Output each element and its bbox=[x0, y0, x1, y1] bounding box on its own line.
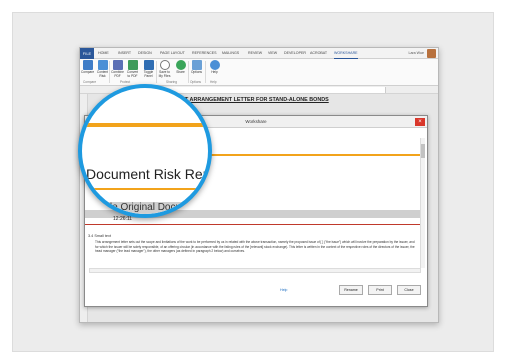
rename-button[interactable]: Rename bbox=[339, 285, 363, 295]
magnifier-lens: Document Risk Report mple Original Docum… bbox=[78, 84, 212, 218]
save-cloud-icon bbox=[159, 60, 170, 70]
horizontal-scrollbar[interactable] bbox=[89, 268, 421, 273]
magnified-view: Document Risk Report mple Original Docum… bbox=[82, 88, 208, 214]
vertical-scrollbar[interactable] bbox=[420, 138, 425, 268]
tab-insert[interactable]: INSERT bbox=[118, 48, 131, 59]
help-link[interactable]: Help bbox=[280, 288, 287, 292]
tab-developer[interactable]: DEVELOPER bbox=[284, 48, 306, 59]
close-button[interactable]: Close bbox=[397, 285, 421, 295]
convert-pdf-button[interactable]: Convert to PDF bbox=[126, 60, 139, 79]
avatar[interactable] bbox=[427, 49, 436, 58]
magnified-subtitle: mple Original Document bbox=[96, 202, 204, 213]
combine-pdf-button[interactable]: Combine PDF bbox=[111, 60, 124, 79]
group-separator bbox=[109, 61, 110, 83]
tab-file[interactable]: FILE bbox=[80, 48, 94, 59]
magnified-divider bbox=[82, 188, 208, 190]
dialog-footer: Help Rename Print Close bbox=[85, 284, 427, 298]
group-label-help: Help bbox=[210, 80, 217, 84]
tab-design[interactable]: DESIGN bbox=[138, 48, 152, 59]
tab-references[interactable]: REFERENCES bbox=[192, 48, 217, 59]
tab-workshare[interactable]: WORKSHARE bbox=[334, 48, 358, 59]
group-separator bbox=[188, 61, 189, 83]
toggle-panel-icon bbox=[143, 60, 154, 70]
help-button[interactable]: Help bbox=[208, 60, 221, 75]
tab-view[interactable]: VIEW bbox=[268, 48, 277, 59]
convert-pdf-icon bbox=[127, 60, 138, 70]
ribbon-tab-bar: FILE HOME INSERT DESIGN PAGE LAYOUT REFE… bbox=[80, 48, 438, 59]
magnified-report-title: Document Risk Report bbox=[86, 166, 211, 182]
report-section-heading: 3.4 Small text bbox=[88, 234, 112, 238]
toggle-panel-button[interactable]: Toggle Panel bbox=[142, 60, 155, 79]
help-icon bbox=[209, 60, 220, 70]
tab-home[interactable]: HOME bbox=[98, 48, 109, 59]
compare-button[interactable]: Compare bbox=[81, 60, 94, 75]
group-label-protect: Protect bbox=[120, 80, 131, 84]
report-timestamp: 12:26:11 bbox=[113, 216, 133, 222]
options-button[interactable]: Options bbox=[190, 60, 203, 75]
tab-acrobat[interactable]: ACROBAT bbox=[310, 48, 327, 59]
share-button[interactable]: Share bbox=[174, 60, 187, 75]
save-to-my-files-button[interactable]: Save to My Files bbox=[158, 60, 171, 79]
report-body-text: This arrangement letter sets out the sco… bbox=[95, 240, 415, 254]
tab-review[interactable]: REVIEW bbox=[248, 48, 262, 59]
report-divider bbox=[85, 224, 425, 225]
group-label-compare: Compare bbox=[83, 80, 97, 84]
combine-pdf-icon bbox=[112, 60, 123, 70]
print-button[interactable]: Print bbox=[368, 285, 392, 295]
close-icon[interactable]: × bbox=[415, 118, 425, 126]
group-separator bbox=[205, 61, 206, 83]
content-risk-button[interactable]: Content Risk bbox=[96, 60, 109, 79]
user-name[interactable]: Lara Wue bbox=[408, 48, 424, 59]
content-risk-icon bbox=[97, 60, 108, 70]
options-icon bbox=[191, 60, 202, 70]
group-separator bbox=[156, 61, 157, 83]
share-icon bbox=[175, 60, 186, 70]
magnified-header-bar bbox=[82, 123, 208, 127]
group-label-options: Options bbox=[190, 80, 201, 84]
ribbon-body: Compare Content Risk Combine PDF Convert… bbox=[80, 59, 438, 86]
tab-mailings[interactable]: MAILINGS bbox=[222, 48, 239, 59]
tab-page-layout[interactable]: PAGE LAYOUT bbox=[160, 48, 185, 59]
compare-icon bbox=[82, 60, 93, 70]
group-label-sharing: Sharing bbox=[166, 80, 177, 84]
scroll-thumb[interactable] bbox=[421, 144, 425, 158]
